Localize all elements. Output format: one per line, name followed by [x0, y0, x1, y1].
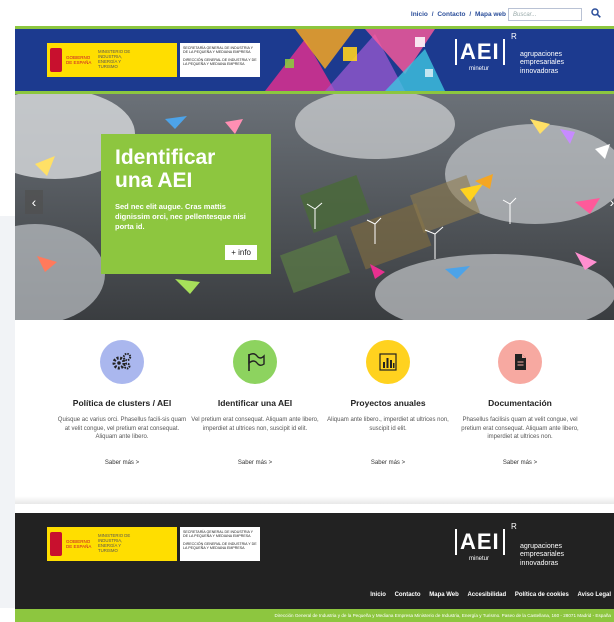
- footer: GOBIERNO DE ESPAÑA MINISTERIO DE INDUSTR…: [15, 513, 614, 609]
- search-icon[interactable]: [591, 8, 601, 18]
- slider-prev-arrow-icon[interactable]: ‹: [25, 190, 43, 214]
- direction-text: DIRECCIÓN GENERAL DE INDUSTRIA Y DE LA P…: [183, 57, 257, 67]
- hero-card: Identificar una AEI Sed nec elit augue. …: [101, 134, 271, 274]
- feature-politica-clusters: Política de clusters / AEI Quisque ac va…: [55, 340, 189, 466]
- header-banner: GOBIERNO DE ESPAÑA MINISTERIO DE INDUSTR…: [15, 26, 614, 94]
- aei-tagline: agrupaciones empresariales innovadoras: [520, 51, 564, 76]
- tagline-line: innovadoras: [520, 559, 559, 567]
- feature-title[interactable]: Identificar una AEI: [188, 398, 322, 408]
- footer-link-cookies[interactable]: Política de cookies: [515, 592, 569, 598]
- feature-more-link[interactable]: Saber más >: [453, 460, 587, 466]
- page: Inicio / Contacto / Mapa web Buscar... G…: [15, 0, 614, 622]
- footer-link-accesibilidad[interactable]: Accesibilidad: [467, 592, 506, 598]
- footer-aei-tagline: agrupaciones empresariales innovadoras: [520, 543, 564, 568]
- flag-icon: [248, 353, 265, 371]
- feature-text: Aliquam ante libero., imperdiet at ultri…: [327, 417, 449, 432]
- tagline-line: agrupaciones: [520, 51, 563, 58]
- aei-logo-sup: R: [511, 32, 517, 41]
- footer-link-mapa-web[interactable]: Mapa Web: [429, 592, 459, 598]
- tagline-line: empresariales: [520, 551, 564, 559]
- secretariat-text: SECRETARÍA GENERAL DE INDUSTRIA Y DE LA …: [183, 46, 253, 55]
- feature-text: Vel pretium erat consequat. Aliquam ante…: [191, 417, 319, 432]
- feature-proyectos-anuales: Proyectos anuales Aliquam ante libero., …: [321, 340, 455, 466]
- bar-chart-icon: [379, 353, 397, 371]
- top-utility-bar: Inicio / Contacto / Mapa web Buscar...: [15, 6, 614, 24]
- top-link-mapa-web[interactable]: Mapa web: [475, 11, 506, 18]
- footer-government-logo[interactable]: GOBIERNO DE ESPAÑA MINISTERIO DE INDUSTR…: [47, 527, 177, 561]
- secretariat-box: SECRETARÍA GENERAL DE INDUSTRIA Y DE LA …: [180, 43, 260, 77]
- top-link-separator: /: [469, 11, 472, 18]
- feature-more-link[interactable]: Saber más >: [55, 460, 189, 466]
- aei-logo[interactable]: AEI R minetur: [455, 32, 517, 79]
- tagline-line: innovadoras: [520, 67, 559, 75]
- section-divider: [15, 496, 614, 504]
- coat-of-arms-icon: [50, 48, 62, 72]
- footer-link-contacto[interactable]: Contacto: [395, 592, 421, 598]
- feature-documentacion: Documentación Phasellus facilisis quam a…: [453, 340, 587, 466]
- feature-text: Quisque ac varius orci. Phasellus facili…: [57, 417, 187, 441]
- feature-circle[interactable]: [233, 340, 277, 384]
- search-input[interactable]: Buscar...: [508, 8, 582, 21]
- ministry-label: MINISTERIO DE INDUSTRIA, ENERGÍA Y TURIS…: [98, 49, 131, 69]
- aei-logo-text: AEI: [455, 39, 505, 65]
- direction-text: DIRECCIÓN GENERAL DE INDUSTRIA Y DE LA P…: [183, 541, 257, 551]
- aei-logo-sup: R: [511, 522, 517, 531]
- gears-icon: [112, 352, 132, 370]
- gov-label: GOBIERNO DE ESPAÑA: [66, 54, 92, 65]
- feature-title[interactable]: Política de clusters / AEI: [55, 398, 189, 408]
- gov-label: GOBIERNO DE ESPAÑA: [66, 538, 92, 549]
- footer-link-aviso-legal[interactable]: Aviso Legal: [578, 592, 611, 598]
- slider-next-arrow-icon[interactable]: ›: [603, 190, 614, 214]
- hero-title: Identificar una AEI: [115, 146, 216, 193]
- feature-identificar-aei: Identificar una AEI Vel pretium erat con…: [188, 340, 322, 466]
- top-link-inicio[interactable]: Inicio: [411, 11, 428, 18]
- feature-circle[interactable]: [498, 340, 542, 384]
- coat-of-arms-icon: [50, 532, 62, 556]
- ministry-label: MINISTERIO DE INDUSTRIA, ENERGÍA Y TURIS…: [98, 533, 131, 553]
- top-link-separator: /: [431, 11, 434, 18]
- footer-nav: Inicio Contacto Mapa Web Accesibilidad P…: [363, 592, 611, 598]
- top-links: Inicio / Contacto / Mapa web: [410, 11, 507, 18]
- feature-text: Phasellus facilisis quam at velit congue…: [461, 417, 579, 441]
- footer-aei-logo[interactable]: AEI R minetur: [455, 522, 517, 569]
- feature-title[interactable]: Documentación: [453, 398, 587, 408]
- aei-logo-text: AEI: [455, 529, 505, 555]
- aei-logo-sub: minetur: [469, 556, 490, 562]
- feature-circle[interactable]: [100, 340, 144, 384]
- hero-more-info-button[interactable]: + info: [225, 245, 257, 260]
- secretariat-text: SECRETARÍA GENERAL DE INDUSTRIA Y DE LA …: [183, 530, 253, 539]
- government-logo[interactable]: GOBIERNO DE ESPAÑA MINISTERIO DE INDUSTR…: [47, 43, 177, 77]
- features-section: Política de clusters / AEI Quisque ac va…: [15, 340, 614, 480]
- left-side-panel: [0, 216, 15, 608]
- colorful-mosaic-graphic: [265, 29, 445, 91]
- tagline-line: agrupaciones: [520, 543, 563, 550]
- tagline-line: empresariales: [520, 59, 564, 67]
- aei-logo-sub: minetur: [469, 66, 490, 72]
- footer-secretariat-box: SECRETARÍA GENERAL DE INDUSTRIA Y DE LA …: [180, 527, 260, 561]
- footer-link-inicio[interactable]: Inicio: [370, 592, 386, 598]
- hero-text: Sed nec elit augue. Cras mattis dignissi…: [115, 202, 246, 231]
- feature-more-link[interactable]: Saber más >: [321, 460, 455, 466]
- hero-slider: Identificar una AEI Sed nec elit augue. …: [15, 94, 614, 320]
- document-icon: [515, 354, 526, 370]
- feature-title[interactable]: Proyectos anuales: [321, 398, 455, 408]
- feature-circle[interactable]: [366, 340, 410, 384]
- top-link-contacto[interactable]: Contacto: [437, 11, 465, 18]
- footer-address-bar: Dirección General de Industria y de la P…: [15, 609, 614, 622]
- feature-more-link[interactable]: Saber más >: [188, 460, 322, 466]
